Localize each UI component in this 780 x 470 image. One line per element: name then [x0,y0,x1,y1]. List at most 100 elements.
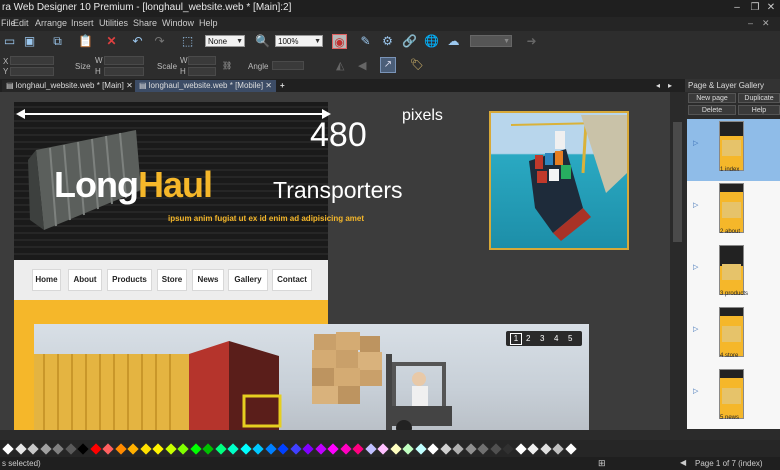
color-swatch[interactable] [252,443,264,455]
color-swatch[interactable] [552,443,564,455]
color-swatch[interactable] [402,443,414,455]
color-swatch[interactable] [14,443,27,455]
expand-icon[interactable]: ▷ [693,325,698,333]
copy-icon[interactable]: ⧉ [50,34,65,49]
page-item[interactable]: ▷ 5 news [687,367,780,429]
scrollbar-thumb[interactable] [673,122,682,242]
page-prev-icon[interactable]: ◀ [680,458,686,467]
menu-help[interactable]: Help [199,18,218,28]
nav-gallery[interactable]: Gallery [228,269,268,291]
tab-scroll-left-icon[interactable]: ◂ [652,80,664,92]
tab-main[interactable]: ▤ longhaul_website.web * [Main] ✕ [2,80,137,92]
color-swatch[interactable] [352,443,364,455]
color-swatch[interactable] [502,443,514,455]
slider-page-5[interactable]: 5 [568,334,572,343]
color-swatch[interactable] [277,443,289,455]
color-swatch[interactable] [339,443,352,455]
edit-page-icon[interactable]: ✎ [358,34,373,49]
nav-products[interactable]: Products [107,269,152,291]
color-swatch[interactable] [127,443,139,455]
nav-contact[interactable]: Contact [272,269,312,291]
tab-close-icon[interactable]: ✕ [124,81,133,90]
color-swatch[interactable] [52,443,64,455]
canvas-vertical-scrollbar[interactable] [670,92,685,430]
color-swatch[interactable] [477,443,489,455]
menu-insert[interactable]: Insert [71,18,94,28]
color-swatch[interactable] [102,443,114,455]
menu-window[interactable]: Window [162,18,194,28]
new-page-button[interactable]: New page [688,93,736,103]
color-swatch[interactable] [2,443,14,455]
tab-scroll-right-icon[interactable]: ▸ [664,80,676,92]
color-swatch[interactable] [327,443,339,455]
color-swatch[interactable] [289,443,302,455]
tab-mobile[interactable]: ▤ longhaul_website.web * [Mobile] ✕ [135,80,277,92]
color-swatch[interactable] [39,443,52,455]
doc-minimize-icon[interactable]: – [748,18,753,28]
y-field[interactable] [10,67,54,76]
page-properties-icon[interactable]: ⚙ [380,34,395,49]
color-swatch[interactable] [527,443,539,455]
page-item[interactable]: ▷ 1 index [687,119,780,181]
delete-button[interactable]: Delete [688,105,736,115]
page-item[interactable]: ▷ 3 products [687,243,780,305]
delete-icon[interactable]: ✕ [104,34,119,49]
restore-icon[interactable]: ❐ [748,2,762,14]
redo-icon[interactable]: ↷ [152,34,167,49]
help-button[interactable]: Help [738,105,780,115]
color-swatch[interactable] [414,443,427,455]
slider-page-3[interactable]: 3 [540,334,544,343]
nav-home[interactable]: Home [32,269,61,291]
color-swatch[interactable] [439,443,452,455]
flip-horizontal-icon[interactable]: ◭ [336,59,344,72]
color-swatch[interactable] [314,443,327,455]
tag-icon[interactable]: 🏷 [410,58,424,71]
selector-mode-icon[interactable]: ◉ [332,34,347,49]
doc-close-icon[interactable]: ✕ [762,18,770,29]
menu-edit[interactable]: Edit [13,18,29,28]
scale-h-field[interactable] [188,67,216,76]
disabled-select[interactable]: ▼ [470,35,512,47]
color-swatch[interactable] [77,443,89,455]
x-field[interactable] [10,56,54,65]
save-icon[interactable]: ▣ [22,34,37,49]
color-swatch[interactable] [139,443,152,455]
snap-icon[interactable]: ⊞ [598,458,606,469]
expand-icon[interactable]: ▷ [693,201,698,209]
nav-about[interactable]: About [68,269,102,291]
color-swatch[interactable] [114,443,127,455]
color-swatch[interactable] [64,443,77,455]
width-field[interactable] [104,56,144,65]
link-icon[interactable]: 🔗 [402,34,417,49]
color-swatch[interactable] [202,443,214,455]
menu-utilities[interactable]: Utilities [99,18,128,28]
color-swatch[interactable] [227,443,239,455]
preview-globe-icon[interactable]: 🌐 [424,34,439,49]
close-icon[interactable]: ✕ [764,2,778,14]
height-field[interactable] [104,67,144,76]
zoom-select[interactable]: 100% ▼ [275,35,323,47]
pointer-tool-icon[interactable]: ↗ [380,57,396,73]
logo-text[interactable]: LongHaul [54,164,213,206]
transform-icon[interactable]: ⬚ [180,34,195,49]
slider-banner[interactable]: 1 2 3 4 5 [34,324,589,430]
lock-aspect-icon[interactable]: ⛓ [222,61,232,70]
color-swatch[interactable] [164,443,177,455]
logo-tagline[interactable]: Transporters [273,177,403,204]
ship-photo[interactable] [489,111,629,250]
color-swatch[interactable] [364,443,377,455]
color-swatch[interactable] [377,443,389,455]
expand-icon[interactable]: ▷ [693,263,698,271]
slider-page-4[interactable]: 4 [554,334,558,343]
lorem-subtitle[interactable]: ipsum anim fugiat ut ex id enim ad adipi… [168,214,364,223]
scale-w-field[interactable] [188,56,216,65]
menu-share[interactable]: Share [133,18,157,28]
tab-close-icon[interactable]: ✕ [263,81,272,90]
page-item[interactable]: ▷ 4 store [687,305,780,367]
color-swatch[interactable] [427,443,439,455]
fill-select[interactable]: None ▼ [205,35,245,47]
page-item[interactable]: ▷ 2 about [687,181,780,243]
color-swatch[interactable] [539,443,552,455]
color-swatch[interactable] [214,443,227,455]
zoom-icon[interactable]: 🔍 [255,34,270,49]
